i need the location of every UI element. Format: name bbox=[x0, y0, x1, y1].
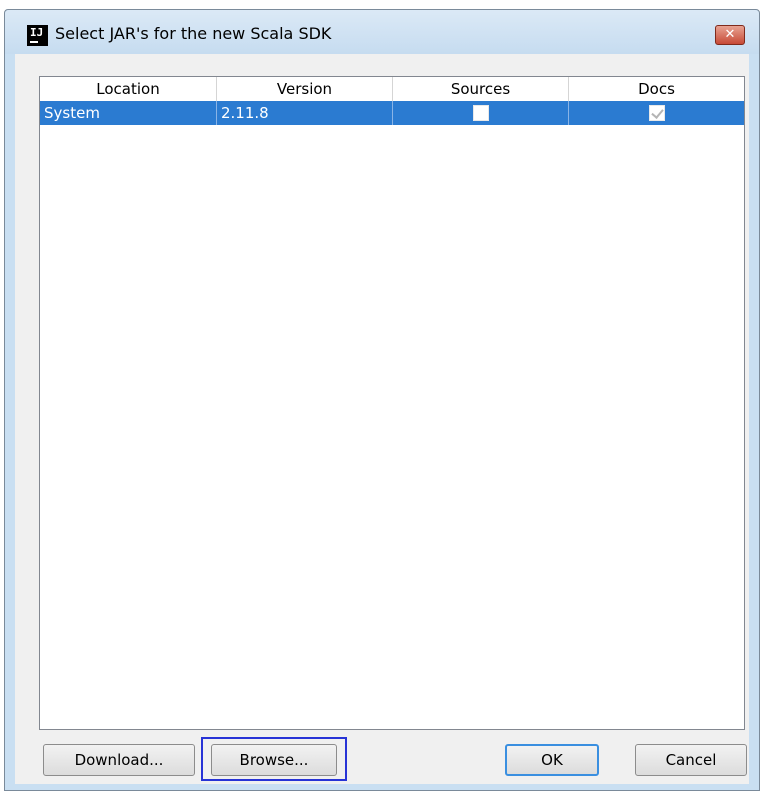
sources-checkbox[interactable] bbox=[472, 105, 489, 121]
column-header-docs[interactable]: Docs bbox=[569, 77, 744, 101]
cancel-button[interactable]: Cancel bbox=[635, 744, 747, 776]
column-header-location[interactable]: Location bbox=[40, 77, 217, 101]
cell-sources[interactable] bbox=[393, 101, 569, 125]
docs-checkbox[interactable] bbox=[648, 105, 665, 121]
cell-docs[interactable] bbox=[569, 101, 744, 125]
table-row[interactable]: System 2.11.8 bbox=[40, 101, 744, 125]
cell-version[interactable]: 2.11.8 bbox=[217, 101, 393, 125]
browse-button[interactable]: Browse... bbox=[211, 744, 337, 776]
close-button[interactable]: ✕ bbox=[715, 25, 745, 45]
desktop-background: IJ Select JAR's for the new Scala SDK ✕ … bbox=[0, 0, 761, 798]
column-header-sources[interactable]: Sources bbox=[393, 77, 569, 101]
jar-table[interactable]: Location Version Sources Docs System 2.1… bbox=[39, 76, 745, 730]
download-button[interactable]: Download... bbox=[43, 744, 195, 776]
dialog-title: Select JAR's for the new Scala SDK bbox=[55, 24, 332, 43]
title-bar[interactable]: IJ Select JAR's for the new Scala SDK ✕ bbox=[5, 10, 759, 54]
app-icon-label: IJ bbox=[30, 26, 44, 39]
ok-button[interactable]: OK bbox=[505, 744, 599, 776]
column-header-version[interactable]: Version bbox=[217, 77, 393, 101]
intellij-app-icon: IJ bbox=[27, 25, 48, 46]
app-icon-underline bbox=[30, 41, 38, 43]
dialog-content: Location Version Sources Docs System 2.1… bbox=[15, 54, 749, 784]
cell-location[interactable]: System bbox=[40, 101, 217, 125]
table-header: Location Version Sources Docs bbox=[40, 77, 744, 102]
dialog-window: IJ Select JAR's for the new Scala SDK ✕ … bbox=[4, 9, 760, 791]
close-icon: ✕ bbox=[724, 27, 736, 42]
